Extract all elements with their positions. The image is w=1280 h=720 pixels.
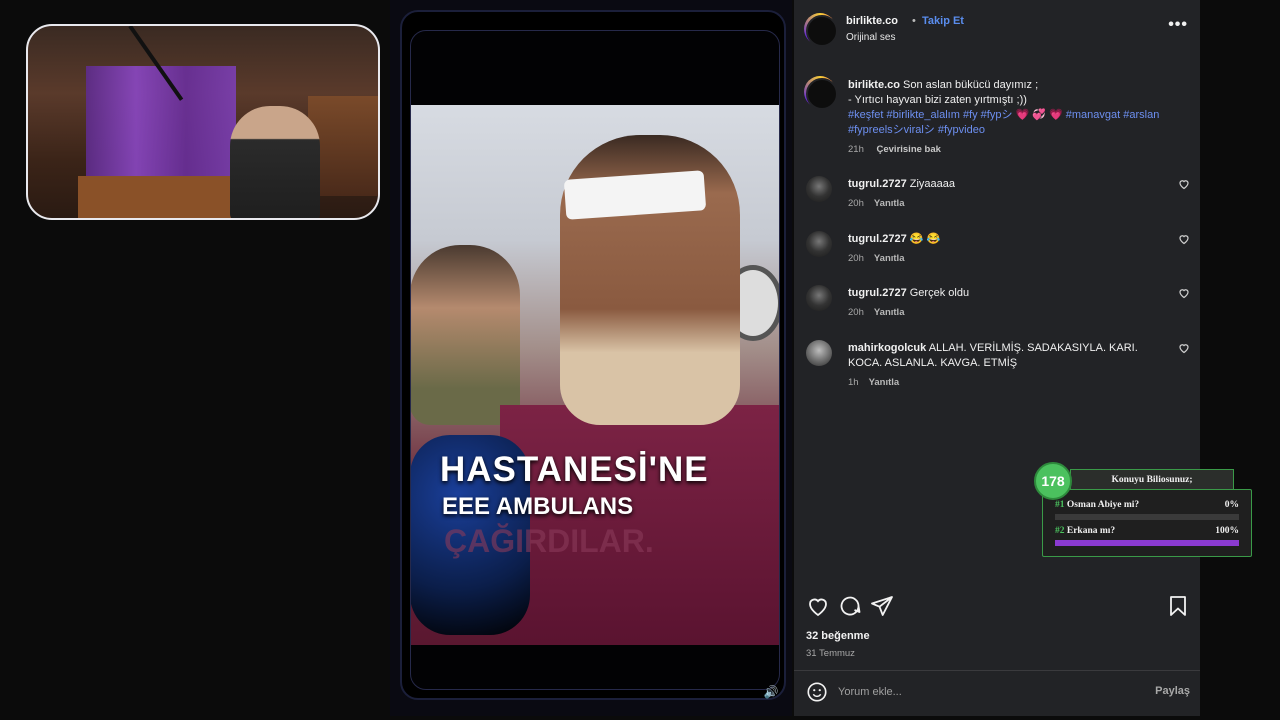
more-icon[interactable]: ••• xyxy=(1168,16,1188,34)
comment-item: tugrul.2727 😂 😂 20h Yanıtla xyxy=(804,229,1190,279)
follow-button[interactable]: Takip Et xyxy=(922,15,964,27)
comment-meta: 20h Yanıtla xyxy=(848,307,914,318)
comment-text: tugrul.2727 Gerçek oldu xyxy=(848,286,1168,301)
comment-content: 😂 😂 xyxy=(909,233,941,245)
webcam-curtain xyxy=(86,66,236,176)
webcam-overlay xyxy=(26,24,380,220)
caption-line2: - Yırtıcı hayvan bizi zaten yırtmıştı ;)… xyxy=(848,94,1027,106)
caption-username[interactable]: birlikte.co xyxy=(848,79,900,91)
post-date: 31 Temmuz xyxy=(806,648,855,659)
video-frame[interactable]: ÇAĞIRDILAR. HASTANESİ'NE EEE AMBULANS xyxy=(411,105,779,645)
caption-hashtags[interactable]: #keşfet #birlikte_alalım #fy #fypシ 💗 💞 💗… xyxy=(848,109,1159,136)
video-column: ÇAĞIRDILAR. HASTANESİ'NE EEE AMBULANS 🔊 xyxy=(390,0,792,716)
poll-option-text: Osman Abiye mi? xyxy=(1066,500,1140,510)
comment-time: 20h xyxy=(848,253,864,264)
video-caption-line3: ÇAĞIRDILAR. xyxy=(444,523,654,559)
reply-button[interactable]: Yanıtla xyxy=(874,198,905,209)
comment-icon[interactable] xyxy=(838,594,862,618)
comment-item: tugrul.2727 Ziyaaaaa 20h Yanıtla xyxy=(804,174,1190,224)
comment-avatar[interactable] xyxy=(806,285,832,311)
emoji-icon[interactable] xyxy=(806,681,828,703)
caption-text: birlikte.co Son aslan bükücü dayımız ; -… xyxy=(848,78,1178,138)
caption-meta: 21h Çevirisine bak xyxy=(848,144,951,155)
comment-username[interactable]: tugrul.2727 xyxy=(848,287,907,299)
poll-title: Konuyu Biliosunuz; xyxy=(1070,469,1234,491)
comment-heart-icon[interactable] xyxy=(1178,178,1190,190)
poll-option: #1 Osman Abiye mi? 0% xyxy=(1055,498,1239,522)
reel-frame: ÇAĞIRDILAR. HASTANESİ'NE EEE AMBULANS xyxy=(400,10,786,700)
comment-avatar[interactable] xyxy=(806,231,832,257)
like-count[interactable]: 32 beğenme xyxy=(806,630,870,642)
stream-layout: ÇAĞIRDILAR. HASTANESİ'NE EEE AMBULANS 🔊 … xyxy=(0,0,1280,720)
poll-bar xyxy=(1055,514,1239,520)
post-username[interactable]: birlikte.co xyxy=(846,15,898,27)
post-comment-button[interactable]: Paylaş xyxy=(1155,685,1190,697)
comment-meta: 20h Yanıtla xyxy=(848,198,914,209)
bookmark-icon[interactable] xyxy=(1166,594,1190,618)
video-caption-line1: HASTANESİ'NE xyxy=(440,450,709,489)
webcam-streamer xyxy=(230,106,320,218)
poll-option-number: #2 xyxy=(1055,526,1065,536)
comment-item: mahirkogolcuk ALLAH. VERİLMİŞ. SADAKASIY… xyxy=(804,338,1190,398)
comment-meta: 1h Yanıtla xyxy=(848,377,909,388)
poll-option-label: #2 Erkana mı? xyxy=(1055,526,1115,536)
volume-icon[interactable]: 🔊 xyxy=(763,684,779,700)
comment-text: tugrul.2727 Ziyaaaaa xyxy=(848,177,1168,192)
comment-heart-icon[interactable] xyxy=(1178,233,1190,245)
comment-time: 20h xyxy=(848,198,864,209)
translate-link[interactable]: Çevirisine bak xyxy=(877,144,941,155)
comment-heart-icon[interactable] xyxy=(1178,287,1190,299)
video-caption-line2: EEE AMBULANS xyxy=(442,493,634,520)
comment-meta: 20h Yanıtla xyxy=(848,253,914,264)
header-separator: • xyxy=(912,15,916,27)
post-actions xyxy=(804,594,1190,620)
comment-time: 20h xyxy=(848,307,864,318)
post-panel: birlikte.co • Takip Et Orijinal ses ••• … xyxy=(794,0,1200,716)
comment-username[interactable]: mahirkogolcuk xyxy=(848,342,926,354)
poll-option-text: Erkana mı? xyxy=(1066,526,1116,536)
caption-avatar[interactable] xyxy=(804,76,836,108)
reply-button[interactable]: Yanıtla xyxy=(874,253,905,264)
poll-bar-fill xyxy=(1055,540,1239,546)
comment-avatar[interactable] xyxy=(806,176,832,202)
caption-time: 21h xyxy=(848,144,864,155)
heart-icon[interactable] xyxy=(806,594,830,618)
audio-label[interactable]: Orijinal ses xyxy=(846,32,895,43)
comment-content: Gerçek oldu xyxy=(909,287,970,299)
reply-button[interactable]: Yanıtla xyxy=(869,377,900,388)
comment-text: mahirkogolcuk ALLAH. VERİLMİŞ. SADAKASIY… xyxy=(848,341,1168,371)
comment-username[interactable]: tugrul.2727 xyxy=(848,233,907,245)
comment-time: 1h xyxy=(848,377,859,388)
poll-option-number: #1 xyxy=(1055,500,1065,510)
poll-option-percent: 100% xyxy=(1215,526,1239,536)
poll-vote-count: 178 xyxy=(1034,462,1072,500)
share-icon[interactable] xyxy=(870,594,894,618)
reply-button[interactable]: Yanıtla xyxy=(874,307,905,318)
poll-option: #2 Erkana mı? 100% xyxy=(1055,524,1239,548)
video-background-person xyxy=(411,245,520,425)
comment-content: Ziyaaaaa xyxy=(909,178,956,190)
comment-avatar[interactable] xyxy=(806,340,832,366)
comment-username[interactable]: tugrul.2727 xyxy=(848,178,907,190)
comment-text: tugrul.2727 😂 😂 xyxy=(848,232,1168,247)
poll-overlay: 178 Konuyu Biliosunuz; #1 Osman Abiye mi… xyxy=(1034,462,1254,560)
poll-option-label: #1 Osman Abiye mi? xyxy=(1055,500,1139,510)
reel-player[interactable]: ÇAĞIRDILAR. HASTANESİ'NE EEE AMBULANS xyxy=(410,30,780,690)
poll-bar xyxy=(1055,540,1239,546)
comment-box: Paylaş xyxy=(804,680,1190,706)
comment-heart-icon[interactable] xyxy=(1178,342,1190,354)
comment-input[interactable] xyxy=(838,683,1108,701)
poll-body: #1 Osman Abiye mi? 0% #2 Erkana mı? 100% xyxy=(1042,489,1252,557)
avatar[interactable] xyxy=(804,13,836,45)
post-header: birlikte.co • Takip Et Orijinal ses ••• xyxy=(804,12,1190,48)
caption-line1: Son aslan bükücü dayımız ; xyxy=(903,79,1039,91)
divider xyxy=(794,670,1200,671)
comment-item: tugrul.2727 Gerçek oldu 20h Yanıtla xyxy=(804,283,1190,333)
poll-option-percent: 0% xyxy=(1224,500,1239,510)
